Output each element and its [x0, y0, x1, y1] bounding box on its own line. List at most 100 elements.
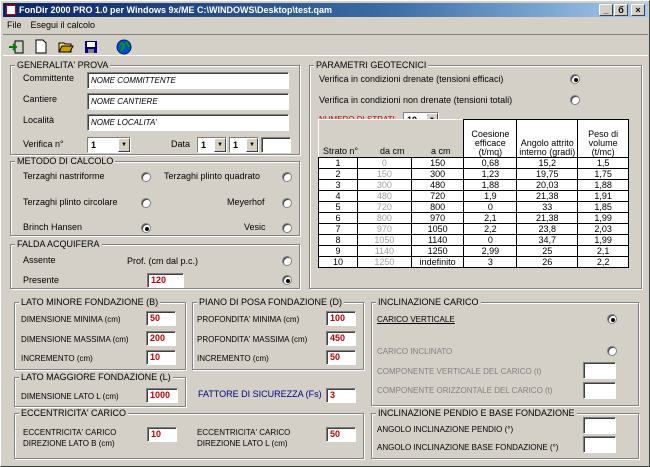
- prof-min-field[interactable]: 100: [326, 311, 356, 326]
- strato-cell[interactable]: 300: [410, 168, 465, 180]
- minimize-button[interactable]: _: [599, 4, 613, 16]
- comp-orizz-field[interactable]: [583, 382, 616, 399]
- dim-l-field[interactable]: 1000: [146, 388, 178, 403]
- strato-cell[interactable]: 2,03: [577, 223, 629, 235]
- incr-d-field[interactable]: 50: [326, 350, 356, 365]
- drenate-radio[interactable]: [570, 74, 580, 84]
- strato-cell[interactable]: 0: [357, 157, 412, 169]
- strato-cell[interactable]: 1,85: [577, 201, 629, 213]
- terz-quad-radio[interactable]: [282, 172, 292, 182]
- strato-cell[interactable]: 1140: [410, 234, 465, 246]
- incr-d-label: INCREMENTO (cm): [197, 354, 269, 363]
- strato-cell[interactable]: indefinito: [410, 256, 465, 268]
- open-icon[interactable]: [56, 38, 76, 55]
- strato-cell[interactable]: 34,7: [516, 234, 579, 246]
- strato-cell[interactable]: 970: [357, 223, 412, 235]
- falda-prof-field[interactable]: 120: [147, 273, 184, 288]
- strato-cell[interactable]: 1,99: [577, 234, 629, 246]
- strato-cell[interactable]: 1,88: [577, 179, 629, 191]
- chevron-down-icon[interactable]: ▼: [118, 138, 130, 152]
- strato-cell[interactable]: 15,2: [516, 157, 579, 169]
- strato-cell[interactable]: 1,91: [577, 190, 629, 202]
- strato-cell[interactable]: 150: [357, 168, 412, 180]
- strato-cell[interactable]: 480: [357, 190, 412, 202]
- strato-cell[interactable]: 2,1: [463, 212, 518, 224]
- strato-cell[interactable]: 1050: [357, 234, 412, 246]
- cantiere-field[interactable]: NOME CANTIERE: [87, 93, 289, 110]
- strato-cell[interactable]: 0,68: [463, 157, 518, 169]
- prof-max-field[interactable]: 450: [326, 331, 356, 346]
- strato-cell[interactable]: 720: [410, 190, 465, 202]
- strato-cell[interactable]: 2,1: [577, 245, 629, 257]
- strato-cell[interactable]: 2,2: [463, 223, 518, 235]
- carico-inclinato-radio[interactable]: [607, 346, 617, 356]
- localita-field[interactable]: NOME LOCALITA': [87, 114, 289, 131]
- verifica-select[interactable]: 1 ▼: [87, 137, 131, 153]
- table-row: 3 300 480 1,88 20,03 1,88: [318, 179, 629, 191]
- strato-cell[interactable]: 2,2: [577, 256, 629, 268]
- strato-cell[interactable]: 800: [410, 201, 465, 213]
- maximize-button[interactable]: б: [614, 4, 628, 16]
- dim-min-field[interactable]: 50: [146, 311, 176, 326]
- meyerhof-radio[interactable]: [282, 198, 292, 208]
- strato-cell[interactable]: 150: [410, 157, 465, 169]
- strato-cell[interactable]: 1250: [357, 256, 412, 268]
- comp-vert-field[interactable]: [583, 362, 616, 379]
- strato-cell[interactable]: 480: [410, 179, 465, 191]
- strato-cell[interactable]: 1,5: [577, 157, 629, 169]
- strato-cell[interactable]: 800: [357, 212, 412, 224]
- strato-cell[interactable]: 21,38: [516, 190, 579, 202]
- chevron-down-icon[interactable]: ▼: [246, 138, 258, 152]
- strato-cell[interactable]: 720: [357, 201, 412, 213]
- strato-cell[interactable]: 1140: [357, 245, 412, 257]
- new-icon[interactable]: [31, 38, 51, 55]
- strato-cell[interactable]: 1,99: [577, 212, 629, 224]
- committente-field[interactable]: NOME COMMITTENTE: [87, 72, 289, 89]
- strato-cell[interactable]: 0: [463, 201, 518, 213]
- sicurezza-field[interactable]: 3: [326, 388, 356, 403]
- strato-cell[interactable]: 0: [463, 234, 518, 246]
- ecc-b-field[interactable]: 10: [147, 427, 177, 442]
- presente-radio[interactable]: [282, 275, 292, 285]
- strato-cell[interactable]: 33: [516, 201, 579, 213]
- save-icon[interactable]: [81, 38, 101, 55]
- terz-circ-radio[interactable]: [141, 198, 151, 208]
- data-year-field[interactable]: [261, 137, 291, 153]
- data-day-select[interactable]: 1 ▼: [197, 137, 227, 153]
- vesic-radio[interactable]: [282, 223, 292, 233]
- non-drenate-radio[interactable]: [570, 95, 580, 105]
- strato-cell[interactable]: 26: [516, 256, 579, 268]
- carico-verticale-radio[interactable]: [607, 314, 617, 324]
- strato-cell[interactable]: 23,8: [516, 223, 579, 235]
- chevron-down-icon[interactable]: ▼: [214, 138, 226, 152]
- exit-icon[interactable]: [6, 38, 26, 55]
- globe-icon[interactable]: [114, 38, 134, 55]
- strato-cell[interactable]: 1,88: [463, 179, 518, 191]
- strato-cell[interactable]: 1,75: [577, 168, 629, 180]
- dim-min-label: DIMENSIONE MINIMA (cm): [21, 315, 121, 324]
- pendio-field[interactable]: [583, 417, 616, 434]
- strato-cell[interactable]: 25: [516, 245, 579, 257]
- strato-cell[interactable]: 21,38: [516, 212, 579, 224]
- data-month-select[interactable]: 1 ▼: [229, 137, 259, 153]
- strato-cell[interactable]: 970: [410, 212, 465, 224]
- brinch-radio[interactable]: [141, 223, 151, 233]
- incr-b-field[interactable]: 10: [146, 350, 176, 365]
- strato-cell[interactable]: 1050: [410, 223, 465, 235]
- strato-cell[interactable]: 300: [357, 179, 412, 191]
- strato-cell[interactable]: 3: [463, 256, 518, 268]
- menu-file[interactable]: File: [3, 18, 27, 32]
- strato-cell[interactable]: 19,75: [516, 168, 579, 180]
- strato-cell[interactable]: 20,03: [516, 179, 579, 191]
- strato-cell[interactable]: 1250: [410, 245, 465, 257]
- assente-radio[interactable]: [282, 256, 292, 266]
- menu-esegui[interactable]: Esegui il calcolo: [27, 18, 101, 32]
- base-field[interactable]: [583, 436, 616, 453]
- terz-nastr-radio[interactable]: [141, 172, 151, 182]
- dim-max-field[interactable]: 200: [146, 331, 176, 346]
- close-button[interactable]: ×: [631, 4, 645, 16]
- ecc-l-field[interactable]: 50: [326, 427, 356, 442]
- strato-cell[interactable]: 1,23: [463, 168, 518, 180]
- strato-cell[interactable]: 2,99: [463, 245, 518, 257]
- strato-cell[interactable]: 1,9: [463, 190, 518, 202]
